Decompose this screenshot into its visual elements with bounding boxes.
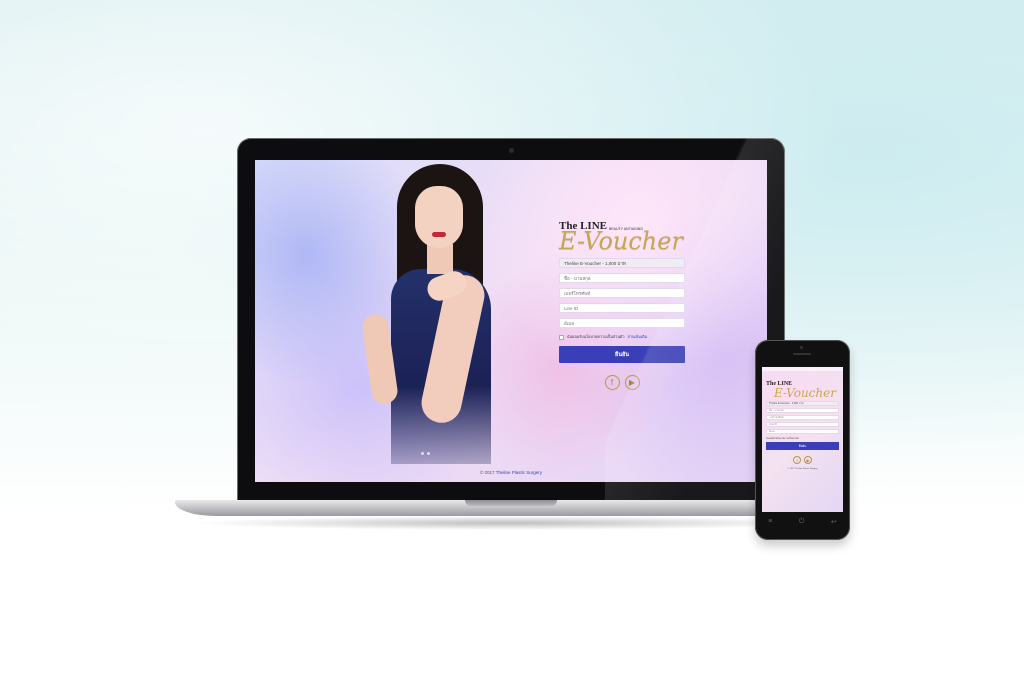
phone-speaker xyxy=(793,353,811,355)
carousel-dot[interactable] xyxy=(421,452,424,455)
phone-device: The LINE E-Voucher Theline E-Voucher - 1… xyxy=(755,340,850,540)
brand-logo: The LINE BEAUTY ANTIAGING E-Voucher xyxy=(559,221,685,255)
facebook-icon[interactable]: f xyxy=(604,375,620,390)
brand-script-title: E-Voucher xyxy=(559,227,683,255)
phone-submit-button[interactable]: ยืนยัน xyxy=(766,442,839,450)
voucher-form: The LINE BEAUTY ANTIAGING E-Voucher Thel… xyxy=(559,221,685,390)
youtube-icon[interactable]: ▶ xyxy=(624,375,640,390)
voucher-select[interactable]: Theline E-Voucher - 1,000 บาท xyxy=(559,258,685,268)
email-input[interactable]: อีเมล xyxy=(559,318,685,328)
phone-line-id-input[interactable]: Line ID xyxy=(766,422,839,427)
phone-phone-input[interactable]: เบอร์โทรศัพท์ xyxy=(766,415,839,420)
phone-email-input[interactable]: อีเมล xyxy=(766,429,839,434)
phone-footer: © 2017 Theline Plastic Surgery xyxy=(766,468,839,470)
phone-input[interactable]: เบอร์โทรศัพท์ xyxy=(559,288,685,298)
model-figure xyxy=(355,164,515,464)
laptop-shadow xyxy=(190,516,830,530)
laptop-base xyxy=(175,500,847,516)
phone-voucher-form: The LINE E-Voucher Theline E-Voucher - 1… xyxy=(766,381,839,470)
consent-row: ฉันยอมรับนโยบายความเป็นส่วนตัว อ่านเพิ่ม… xyxy=(559,334,685,340)
carousel-dots[interactable] xyxy=(421,452,430,455)
laptop-lid: The LINE BEAUTY ANTIAGING E-Voucher Thel… xyxy=(237,138,785,502)
brand-subtitle: BEAUTY ANTIAGING xyxy=(609,227,643,231)
social-links: f ▶ xyxy=(559,375,685,390)
page-footer: © 2017 Theline Plastic Surgery xyxy=(255,470,767,475)
model-lips xyxy=(432,232,446,237)
phone-menu-button[interactable]: ≡ xyxy=(768,518,772,526)
carousel-dot[interactable] xyxy=(427,452,430,455)
phone-youtube-icon[interactable]: ▶ xyxy=(804,456,812,464)
submit-button[interactable]: ยืนยัน xyxy=(559,346,685,363)
phone-hardware-buttons: ≡ ⏻ ↩ xyxy=(755,518,850,526)
phone-social-links: f ▶ xyxy=(766,456,839,464)
phone-footer-copyright: © 2017 xyxy=(787,468,795,470)
phone-name-input[interactable]: ชื่อ - นามสกุล xyxy=(766,408,839,413)
phone-consent-text[interactable]: ฉันยอมรับนโยบายความเป็นส่วนตัว xyxy=(766,436,839,440)
consent-link[interactable]: อ่านเพิ่มเติม xyxy=(628,334,648,340)
phone-brand-script: E-Voucher xyxy=(774,386,836,400)
model-neck xyxy=(427,244,453,274)
model-face xyxy=(415,186,463,248)
phone-screen: The LINE E-Voucher Theline E-Voucher - 1… xyxy=(762,367,843,512)
phone-back-button[interactable]: ↩ xyxy=(831,518,837,526)
phone-camera xyxy=(800,346,803,349)
footer-company-link[interactable]: Theline Plastic Surgery xyxy=(496,470,542,475)
line-id-input[interactable]: Line ID xyxy=(559,303,685,313)
consent-checkbox[interactable] xyxy=(559,334,564,340)
name-input[interactable]: ชื่อ - นามสกุล xyxy=(559,273,685,283)
phone-status-bar xyxy=(762,367,843,371)
laptop-camera xyxy=(509,148,514,153)
phone-facebook-icon[interactable]: f xyxy=(793,456,801,464)
consent-text: ฉันยอมรับนโยบายความเป็นส่วนตัว xyxy=(567,335,625,339)
footer-copyright: © 2017 xyxy=(479,470,495,475)
laptop-notch xyxy=(465,500,557,506)
phone-home-button[interactable]: ⏻ xyxy=(799,518,805,526)
laptop-screen: The LINE BEAUTY ANTIAGING E-Voucher Thel… xyxy=(255,160,767,482)
phone-footer-company: Theline Plastic Surgery xyxy=(795,468,818,470)
phone-voucher-select[interactable]: Theline E-Voucher - 1,000 บาท xyxy=(766,401,839,406)
